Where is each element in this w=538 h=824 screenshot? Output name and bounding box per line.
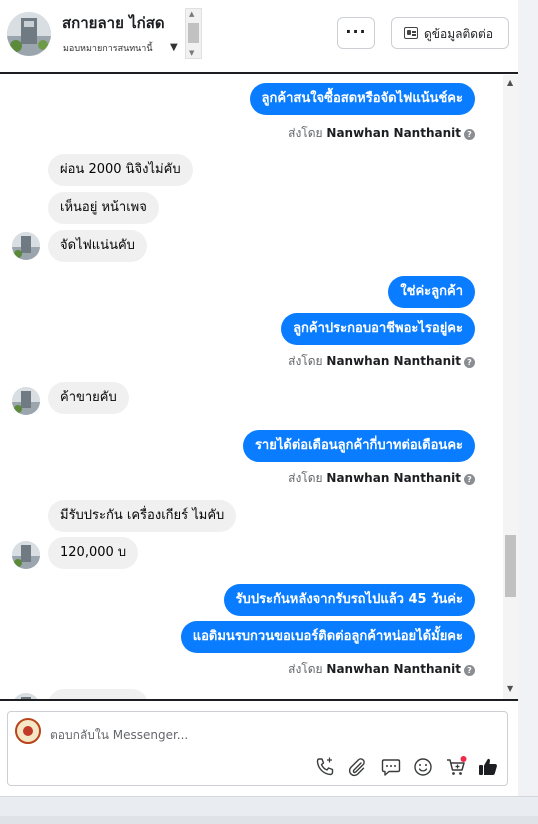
contact-card-icon bbox=[404, 27, 418, 39]
composer-toolbar bbox=[8, 756, 509, 778]
contact-avatar[interactable] bbox=[7, 12, 51, 56]
saved-reply-icon[interactable] bbox=[380, 756, 402, 778]
sent-by-prefix: ส่งโดย bbox=[288, 662, 323, 676]
sender-name: Nanwhan Nanthanit bbox=[326, 471, 461, 485]
assign-conversation-label[interactable]: มอบหมายการสนทนานี้ bbox=[63, 41, 153, 55]
sent-by-label: ส่งโดย Nanwhan Nanthanit? bbox=[288, 124, 475, 143]
help-icon[interactable]: ? bbox=[464, 357, 475, 368]
like-icon[interactable] bbox=[477, 756, 499, 778]
thread-scroll-thumb[interactable] bbox=[505, 535, 516, 597]
conversation-header: สกายลาย ไก่สด มอบหมายการสนทนานี้ ▼ ▲ ▼ ·… bbox=[0, 0, 518, 74]
conversation-panel: สกายลาย ไก่สด มอบหมายการสนทนานี้ ▼ ▲ ▼ ·… bbox=[0, 0, 518, 796]
message-bubble-outgoing: รับประกันหลังจากรับรถไปแล้ว 45 วันค่ะ bbox=[223, 584, 475, 616]
message-thread: ลูกค้าสนใจซื้อสดหรือจัดไฟแน้นช์คะ ส่งโดย… bbox=[0, 75, 518, 699]
contact-name: สกายลาย ไก่สด bbox=[62, 14, 165, 32]
message-bubble-outgoing: ลูกค้าสนใจซื้อสดหรือจัดไฟแน้นช์คะ bbox=[249, 83, 475, 115]
sender-name: Nanwhan Nanthanit bbox=[326, 126, 461, 140]
message-bubble-incoming: ค้าขายคับ bbox=[48, 382, 129, 414]
page-background bbox=[518, 0, 538, 824]
scroll-up-arrow-icon[interactable]: ▲ bbox=[507, 79, 513, 87]
help-icon[interactable]: ? bbox=[464, 474, 475, 485]
page-avatar bbox=[15, 718, 41, 744]
help-icon[interactable]: ? bbox=[464, 665, 475, 676]
header-scrollbar[interactable]: ▲ ▼ bbox=[185, 8, 202, 59]
scroll-down-arrow-icon[interactable]: ▼ bbox=[189, 49, 194, 57]
message-bubble-outgoing: รายได้ต่อเดือนลูกค้ากี่บาทต่อเดือนคะ bbox=[242, 430, 475, 462]
cart-icon[interactable] bbox=[445, 756, 467, 778]
reply-composer bbox=[7, 711, 508, 786]
page-footer-strip-2 bbox=[0, 816, 538, 824]
caret-down-icon[interactable]: ▼ bbox=[170, 42, 178, 53]
emoji-icon[interactable] bbox=[412, 756, 434, 778]
scroll-down-arrow-icon[interactable]: ▼ bbox=[507, 685, 513, 693]
sender-name: Nanwhan Nanthanit bbox=[326, 354, 461, 368]
message-bubble-incoming: มีรับประกัน เครื่องเกียร์ ไมคับ bbox=[48, 500, 237, 532]
sender-name: Nanwhan Nanthanit bbox=[326, 662, 461, 676]
contact-avatar-small[interactable] bbox=[12, 541, 40, 569]
more-options-button[interactable]: ··· bbox=[337, 17, 375, 49]
sent-by-prefix: ส่งโดย bbox=[288, 354, 323, 368]
contact-avatar-small[interactable] bbox=[12, 232, 40, 260]
sent-by-label: ส่งโดย Nanwhan Nanthanit? bbox=[288, 469, 475, 488]
call-icon[interactable] bbox=[314, 756, 336, 778]
message-bubble-outgoing: แอดิมนรบกวนขอเบอร์ติดต่อลูกค้าหน่อยได้มั… bbox=[180, 621, 475, 653]
message-bubble-outgoing: ใช่ค่ะลูกค้า bbox=[388, 276, 475, 308]
sent-by-prefix: ส่งโดย bbox=[288, 126, 323, 140]
thread-scrollbar[interactable]: ▲ ▼ bbox=[503, 75, 518, 699]
message-bubble-incoming: 120,000 บ bbox=[48, 537, 139, 569]
message-bubble-outgoing: ลูกค้าประกอบอาชีพอะไรอยู่คะ bbox=[281, 313, 475, 345]
sent-by-label: ส่งโดย Nanwhan Nanthanit? bbox=[288, 352, 475, 371]
message-bubble-incoming: ผ่อน 2000 นิจิงไม่คับ bbox=[48, 154, 193, 186]
help-icon[interactable]: ? bbox=[464, 129, 475, 140]
view-contact-info-button[interactable]: ดูข้อมูลติดต่อ bbox=[391, 17, 509, 49]
message-bubble-partial bbox=[48, 689, 148, 699]
sent-by-label: ส่งโดย Nanwhan Nanthanit? bbox=[288, 660, 475, 679]
message-bubble-incoming: เห็นอยู่ หน้าเพจ bbox=[48, 192, 159, 224]
sent-by-prefix: ส่งโดย bbox=[288, 471, 323, 485]
reply-input[interactable] bbox=[50, 725, 490, 745]
scroll-up-arrow-icon[interactable]: ▲ bbox=[189, 10, 194, 18]
header-scroll-thumb[interactable] bbox=[188, 23, 199, 43]
attachment-icon[interactable] bbox=[346, 756, 368, 778]
view-contact-info-label: ดูข้อมูลติดต่อ bbox=[424, 27, 494, 41]
contact-avatar-small[interactable] bbox=[12, 387, 40, 415]
message-bubble-incoming: จัดไฟแน่นคับ bbox=[48, 230, 147, 262]
divider bbox=[0, 699, 518, 701]
